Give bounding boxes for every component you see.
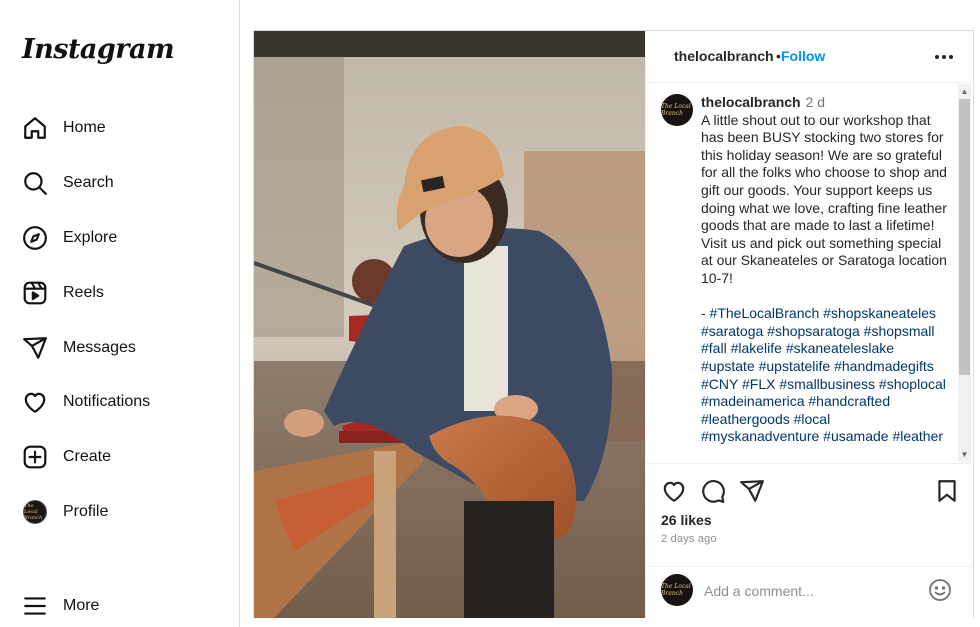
post-caption: thelocalbranch 2 d A little shout out to …	[701, 94, 951, 446]
avatar-logo-text: The Local Branch	[661, 583, 691, 597]
add-comment-input[interactable]	[704, 580, 904, 602]
bookmark-icon[interactable]	[934, 478, 960, 504]
hamburger-menu-icon	[22, 593, 48, 619]
sidebar-item-label: Reels	[63, 284, 104, 301]
caption-text: A little shout out to our workshop that …	[701, 111, 947, 234]
instagram-app: Instagram Home Search Explore Reels Mess…	[0, 0, 980, 627]
more-options-icon[interactable]	[932, 45, 956, 69]
avatar: The Local Branch	[23, 500, 47, 524]
sidebar-item-more[interactable]: More	[22, 591, 99, 621]
search-icon	[22, 170, 48, 196]
caption-time: 2 d	[805, 94, 826, 110]
sidebar-item-label: Explore	[63, 229, 118, 246]
paper-plane-icon	[22, 335, 48, 361]
sidebar-item-home[interactable]: Home	[22, 113, 106, 143]
caption-spacer	[701, 288, 951, 306]
comments-section[interactable]: The Local Branch thelocalbranch 2 d A lit…	[646, 84, 974, 462]
share-paper-plane-icon[interactable]	[739, 478, 765, 504]
compass-icon	[22, 225, 48, 251]
sidebar-item-reels[interactable]: Reels	[22, 278, 104, 308]
post-actions: 26 likes 2 days ago	[646, 463, 974, 573]
sidebar-item-label: More	[63, 597, 100, 614]
follow-button[interactable]: Follow	[781, 48, 825, 64]
post-photo-illustration	[254, 31, 645, 618]
sidebar-item-profile[interactable]: The Local Branch Profile	[22, 497, 108, 527]
sidebar-item-label: Profile	[63, 503, 109, 520]
home-icon	[22, 115, 48, 141]
add-comment-bar: The Local Branch	[646, 566, 974, 618]
avatar: The Local Branch	[661, 574, 693, 606]
post-dialog: thelocalbranch • Follow The Local Branch…	[253, 30, 974, 618]
sidebar-item-explore[interactable]: Explore	[22, 223, 117, 253]
comment-bubble-icon[interactable]	[700, 478, 726, 504]
sidebar-item-search[interactable]: Search	[22, 168, 114, 198]
sidebar-item-label: Create	[63, 448, 112, 465]
reels-icon	[22, 280, 48, 306]
heart-icon	[22, 389, 48, 415]
caption-avatar[interactable]: The Local Branch	[661, 94, 693, 126]
sidebar-item-create[interactable]: Create	[22, 442, 111, 472]
sidebar: Instagram Home Search Explore Reels Mess…	[0, 0, 240, 627]
instagram-logo[interactable]: Instagram	[22, 34, 175, 65]
likes-count[interactable]: 26 likes	[661, 512, 712, 528]
sidebar-item-label: Home	[63, 119, 106, 136]
like-heart-icon[interactable]	[661, 478, 687, 504]
avatar-logo-text: The Local Branch	[24, 503, 43, 521]
caption-username[interactable]: thelocalbranch	[701, 94, 801, 110]
avatar-logo-text: The Local Branch	[661, 103, 691, 117]
scroll-up-arrow-icon[interactable]: ▲	[958, 86, 971, 96]
sidebar-item-label: Notifications	[63, 393, 151, 410]
scrollbar-thumb[interactable]	[959, 99, 970, 375]
caption-hashtags[interactable]: - #TheLocalBranch #shopskaneateles #sara…	[701, 305, 951, 446]
sidebar-item-notifications[interactable]: Notifications	[22, 387, 150, 417]
sidebar-item-label: Search	[63, 174, 114, 191]
plus-square-icon	[22, 444, 48, 470]
post-header: thelocalbranch • Follow	[646, 31, 974, 83]
scroll-down-arrow-icon[interactable]: ▼	[958, 449, 971, 459]
emoji-smiley-icon[interactable]	[928, 578, 952, 602]
caption-text-2: Visit us and pick out something special …	[701, 234, 947, 286]
post-author-username[interactable]: thelocalbranch	[674, 48, 774, 64]
sidebar-item-label: Messages	[63, 339, 136, 356]
post-side-panel: thelocalbranch • Follow The Local Branch…	[645, 31, 974, 618]
post-photo[interactable]	[254, 31, 645, 618]
profile-icon: The Local Branch	[22, 499, 48, 525]
sidebar-item-messages[interactable]: Messages	[22, 333, 136, 363]
post-timestamp: 2 days ago	[661, 533, 717, 545]
